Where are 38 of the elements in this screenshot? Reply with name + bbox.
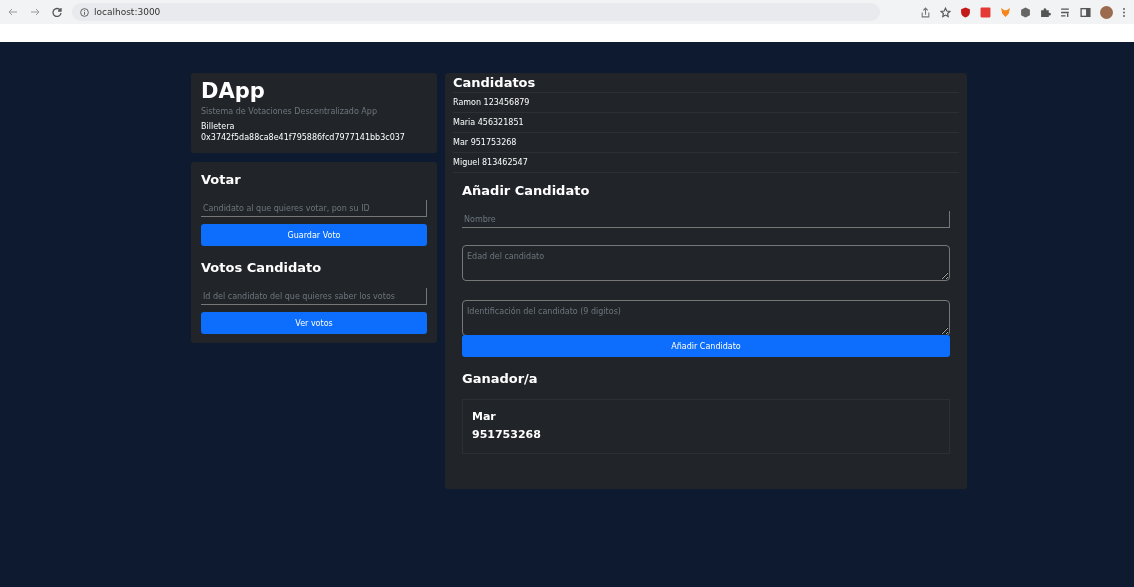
candidate-id-field[interactable]: Candidato al que quieres votar, pon su ID <box>201 200 427 217</box>
id-field[interactable]: Identificación del candidato (9 digitos) <box>462 300 950 336</box>
winner-name: Mar <box>472 409 497 425</box>
add-candidate-button[interactable]: Añadir Candidato <box>462 335 950 357</box>
section-title: Votar <box>201 172 242 187</box>
candidate-row: Maria 456321851 <box>453 112 959 132</box>
forward-icon[interactable] <box>30 7 40 17</box>
address-bar[interactable]: localhost:3000 <box>72 3 880 21</box>
puzzle-icon[interactable] <box>1040 6 1051 18</box>
share-icon[interactable] <box>920 6 931 18</box>
playlist-icon[interactable] <box>1060 6 1071 18</box>
avatar-icon[interactable] <box>1100 5 1113 19</box>
back-icon[interactable] <box>8 7 18 17</box>
menu-icon[interactable] <box>1122 6 1126 18</box>
name-field[interactable]: Nombre <box>462 211 950 228</box>
shield-icon[interactable] <box>960 6 971 18</box>
cube-icon[interactable] <box>1020 6 1031 18</box>
candidate-id-field[interactable]: Id del candidato del que quieres saber los votos <box>201 288 427 305</box>
wallet-label: Billetera <box>201 121 236 132</box>
winner-id: 951753268 <box>472 427 542 443</box>
reload-icon[interactable] <box>52 7 62 17</box>
wallet-address: 0x3742f5da88ca8e41f795886fcd7977141bb3c037 <box>201 132 406 143</box>
app-subtitle: Sistema de Votaciones Descentralizado App <box>201 107 378 116</box>
section-title: Votos Candidato <box>201 260 323 275</box>
save-vote-button[interactable]: Guardar Voto <box>201 224 427 246</box>
view-votes-button[interactable]: Ver votos <box>201 312 427 334</box>
section-title: Añadir Candidato <box>462 183 591 198</box>
age-field[interactable]: Edad del candidato <box>462 245 950 281</box>
candidate-row: Ramon 123456879 <box>453 92 959 112</box>
side-panel-icon[interactable] <box>1080 6 1091 18</box>
section-title: Ganador/a <box>462 371 539 386</box>
section-title: Candidatos <box>453 75 537 92</box>
info-icon <box>80 7 89 17</box>
app-title: DApp <box>201 79 266 103</box>
candidate-row: Mar 951753268 <box>453 132 959 152</box>
candidate-row: Miguel 813462547 <box>453 152 959 172</box>
star-icon[interactable] <box>940 6 951 18</box>
extension-icon[interactable] <box>980 6 991 18</box>
